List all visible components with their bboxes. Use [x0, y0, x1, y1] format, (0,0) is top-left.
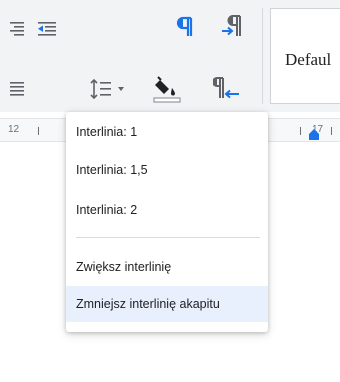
- ruler-number-left: 12: [8, 124, 20, 135]
- align-right-button[interactable]: [2, 14, 32, 44]
- paragraph-rtl-icon: [213, 77, 239, 99]
- paragraph-ltr-button[interactable]: [218, 12, 248, 42]
- line-spacing-button[interactable]: [84, 74, 130, 104]
- toolbar-divider: [262, 8, 263, 104]
- align-justify-icon: [10, 82, 24, 96]
- indent-marker-icon[interactable]: [308, 128, 320, 140]
- ruler-tick: [300, 127, 301, 135]
- menu-item-label: Zmniejsz interlinię akapitu: [76, 297, 220, 311]
- menu-item-increase-line-spacing[interactable]: Zwiększ interlinię: [66, 249, 268, 285]
- paragraph-ltr-icon: [222, 15, 241, 36]
- line-spacing-menu: Interlinia: 1 Interlinia: 1,5 Interlinia…: [66, 112, 268, 332]
- formatting-toolbar: Defaul: [0, 0, 340, 112]
- show-formatting-marks-button[interactable]: [170, 12, 200, 42]
- menu-item-label: Interlinia: 1: [76, 125, 138, 139]
- align-justify-button[interactable]: [2, 74, 32, 104]
- paragraph-style-value: Defaul: [285, 50, 332, 69]
- menu-item-line-spacing-1-5[interactable]: Interlinia: 1,5: [66, 152, 268, 188]
- menu-item-decrease-paragraph-spacing[interactable]: Zmniejsz interlinię akapitu: [66, 286, 268, 322]
- menu-separator: [76, 237, 260, 238]
- decrease-indent-icon: [38, 22, 56, 36]
- decrease-indent-button[interactable]: [32, 14, 62, 44]
- menu-item-line-spacing-1[interactable]: Interlinia: 1: [66, 114, 268, 150]
- menu-item-line-spacing-2[interactable]: Interlinia: 2: [66, 192, 268, 228]
- paragraph-rtl-button[interactable]: [212, 74, 242, 104]
- fill-color-button[interactable]: [150, 72, 184, 106]
- chevron-down-icon: [117, 87, 124, 91]
- paragraph-style-selector[interactable]: Defaul: [270, 8, 340, 104]
- pilcrow-icon: [176, 16, 193, 36]
- menu-item-label: Interlinia: 2: [76, 203, 138, 217]
- menu-item-label: Zwiększ interlinię: [76, 260, 172, 274]
- align-right-icon: [10, 22, 24, 36]
- menu-item-label: Interlinia: 1,5: [76, 163, 148, 177]
- ruler-tick: [331, 127, 332, 135]
- fill-color-icon: [153, 76, 181, 103]
- ruler-tick: [38, 127, 39, 135]
- line-spacing-icon: [89, 78, 111, 100]
